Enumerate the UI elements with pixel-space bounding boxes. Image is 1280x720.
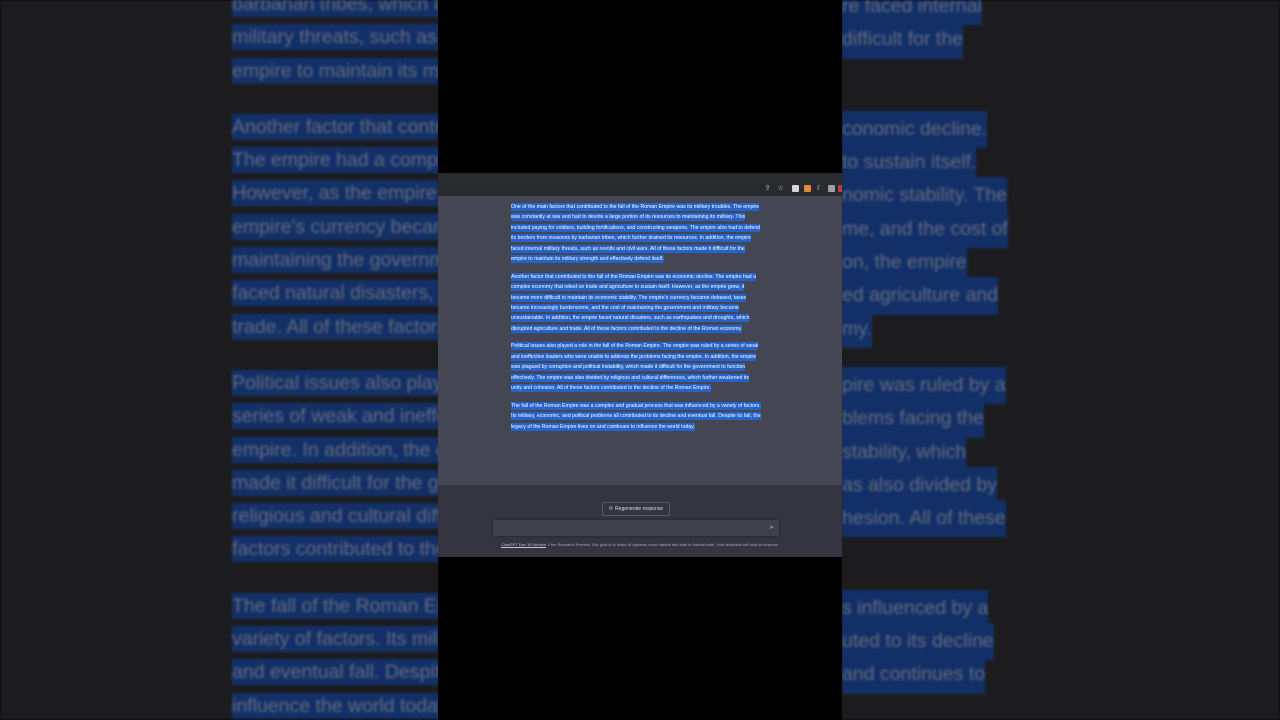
share-icon[interactable]: ⇪ bbox=[764, 185, 771, 192]
extension-icon[interactable] bbox=[804, 185, 811, 192]
message-paragraph: The fall of the Roman Empire was a compl… bbox=[511, 401, 761, 431]
version-link[interactable]: ChatGPT Dec 15 Version bbox=[501, 542, 546, 547]
message-input[interactable]: ➤ bbox=[493, 520, 779, 536]
moon-icon[interactable]: ☾ bbox=[816, 185, 823, 192]
extension-icon[interactable] bbox=[792, 185, 799, 192]
extension-icon[interactable] bbox=[828, 185, 835, 192]
chat-footer: ⟳ Regenerate response ➤ ChatGPT Dec 15 Ve… bbox=[438, 485, 842, 557]
message-paragraph: One of the main factors that contributed… bbox=[511, 203, 761, 264]
assistant-message: One of the main factors that contributed… bbox=[511, 202, 761, 439]
browser-toolbar: ⇪ ☆ ☾ bbox=[438, 182, 842, 196]
message-paragraph: Political issues also played a role in t… bbox=[511, 342, 759, 393]
regenerate-button[interactable]: ⟳ Regenerate response bbox=[602, 502, 670, 516]
star-icon[interactable]: ☆ bbox=[777, 185, 784, 192]
regenerate-label: Regenerate response bbox=[615, 506, 664, 512]
send-icon[interactable]: ➤ bbox=[769, 524, 774, 531]
refresh-icon: ⟳ bbox=[608, 506, 614, 512]
disclaimer-text: . Free Research Preview. Our goal is to … bbox=[546, 542, 779, 547]
browser-window: ⇪ ☆ ☾ One of the main factors that contr… bbox=[438, 173, 842, 557]
profile-icon[interactable] bbox=[838, 185, 842, 192]
browser-tabstrip bbox=[438, 173, 842, 182]
footer-disclaimer: ChatGPT Dec 15 Version. Free Research Pr… bbox=[438, 542, 842, 547]
chat-response-area: One of the main factors that contributed… bbox=[438, 196, 842, 485]
message-paragraph: Another factor that contributed to the f… bbox=[511, 272, 757, 333]
